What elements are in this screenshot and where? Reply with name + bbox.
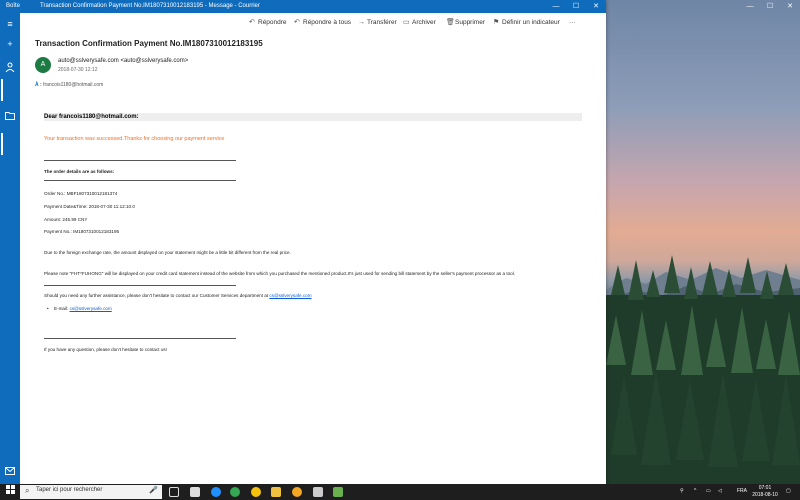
- title-bar: Boîte Transaction Confirmation Payment N…: [0, 0, 606, 13]
- statement-note: Please note "FHT*FUHONG" will be display…: [44, 271, 516, 276]
- app-icon[interactable]: [251, 487, 261, 497]
- message-subject: Transaction Confirmation Payment No.IM18…: [35, 39, 263, 48]
- exchange-note: Due to the foreign exchange rate, the am…: [44, 250, 291, 255]
- flag-button[interactable]: ⚑ Définir un indicateur: [493, 17, 560, 29]
- calculator-icon[interactable]: [190, 487, 200, 497]
- network-icon[interactable]: ▭: [706, 488, 711, 494]
- sender-avatar: A: [35, 57, 51, 73]
- forest-trees: [606, 255, 800, 484]
- reply-all-icon: ↶: [294, 19, 300, 26]
- mail-window: Boîte Transaction Confirmation Payment N…: [0, 0, 606, 484]
- chrome-icon[interactable]: [230, 487, 240, 497]
- people-icon[interactable]: ⚲: [680, 488, 684, 494]
- forward-icon: →: [358, 19, 365, 26]
- menu-icon[interactable]: ≡: [4, 18, 16, 30]
- divider: [44, 285, 236, 286]
- reading-pane: ↶ Répondre ↶ Répondre à tous → Transférer ▭…: [20, 13, 606, 484]
- photos-icon[interactable]: [333, 487, 343, 497]
- assistance-line: Should you need any further assistance, …: [44, 293, 312, 298]
- nav-rail: ≡ +: [0, 13, 20, 484]
- recipient-prefix: À :: [35, 82, 42, 88]
- reply-button[interactable]: ↶ Répondre: [249, 17, 287, 29]
- maximize-button[interactable]: ☐: [566, 0, 586, 13]
- app-name: Boîte: [6, 3, 21, 9]
- greeting: Dear francois1180@hotmail.com:: [44, 113, 582, 121]
- notifications-icon[interactable]: ▢: [786, 488, 791, 494]
- closing-line: If you have any question, please don't h…: [44, 347, 167, 352]
- edge-icon[interactable]: [211, 487, 221, 497]
- trash-icon: 🗑: [446, 19, 455, 26]
- rail-indicator: [1, 79, 3, 101]
- task-view-icon[interactable]: [169, 487, 179, 497]
- success-message: Your transaction was successed.Thanks fo…: [44, 136, 225, 142]
- language-indicator[interactable]: FRA: [737, 488, 747, 494]
- payment-number: Payment No.: IM1807310012183195: [44, 229, 120, 234]
- clock-time: 07:01: [758, 485, 772, 491]
- desktop-minimize-button[interactable]: —: [740, 0, 760, 13]
- reply-icon: ↶: [249, 19, 255, 26]
- divider: [44, 180, 236, 181]
- system-clock[interactable]: 07:01 2018-08-10: [752, 485, 778, 499]
- rail-indicator-folder: [1, 133, 3, 155]
- mail-icon[interactable]: [4, 466, 16, 478]
- new-mail-icon[interactable]: +: [4, 38, 16, 50]
- sender-address[interactable]: auto@sslverysafe.com <auto@sslverysafe.c…: [58, 58, 188, 64]
- order-heading: The order details are as follows:: [44, 169, 115, 174]
- divider: [44, 160, 236, 161]
- close-button[interactable]: ✕: [586, 0, 606, 13]
- volume-icon[interactable]: ◁: [718, 488, 722, 494]
- recipient-address[interactable]: francois1180@hotmail.com: [43, 82, 103, 88]
- clock-date: 2018-08-10: [752, 492, 778, 498]
- account-icon[interactable]: [4, 62, 16, 74]
- folder-icon[interactable]: [4, 111, 16, 123]
- reply-all-button[interactable]: ↶ Répondre à tous: [294, 17, 351, 29]
- assistance-email-link[interactable]: cs@sslverysafe.com: [269, 293, 311, 298]
- desktop-maximize-button[interactable]: ☐: [760, 0, 780, 13]
- message-date: 2018-07-30 12:12: [58, 67, 98, 73]
- payment-amount: Amount: 245.99 CNY: [44, 217, 88, 222]
- payment-datetime: Payment Date&Time: 2018-07-30 11:12:10.0: [44, 204, 135, 209]
- bullet-icon: •: [47, 306, 49, 311]
- search-icon: ⌕: [25, 486, 30, 495]
- emoji-app-icon[interactable]: [292, 487, 302, 497]
- more-actions-button[interactable]: ···: [569, 17, 576, 29]
- forward-button[interactable]: → Transférer: [358, 17, 397, 29]
- search-placeholder: Taper ici pour rechercher: [36, 487, 103, 493]
- email-contact-line: E-mail: cs@sslverysafe.com: [54, 306, 112, 311]
- tray-chevron-icon[interactable]: ^: [694, 488, 696, 494]
- desktop-close-button[interactable]: ✕: [780, 0, 800, 13]
- window-title: Transaction Confirmation Payment No.IM18…: [40, 3, 260, 9]
- microphone-icon[interactable]: 🎤: [149, 486, 158, 494]
- message-toolbar: ↶ Répondre ↶ Répondre à tous → Transférer ▭…: [20, 13, 606, 33]
- divider: [44, 338, 236, 339]
- taskbar: ⌕ Taper ici pour rechercher 🎤 ⚲ ^ ▭ ◁ FR…: [0, 484, 800, 500]
- archive-icon: ▭: [403, 19, 410, 26]
- store-icon[interactable]: [313, 487, 323, 497]
- archive-button[interactable]: ▭ Archiver: [403, 17, 436, 29]
- windows-start-icon[interactable]: [3, 485, 17, 499]
- contact-email-link[interactable]: cs@sslverysafe.com: [70, 306, 112, 311]
- delete-button[interactable]: 🗑Supprimer: [446, 17, 485, 29]
- file-explorer-icon[interactable]: [271, 487, 281, 497]
- flag-icon: ⚑: [493, 19, 500, 26]
- recipient-line: À : francois1180@hotmail.com: [35, 82, 103, 88]
- order-number: Order No.: MBF1807310012181374: [44, 191, 118, 196]
- minimize-button[interactable]: —: [546, 0, 566, 13]
- taskbar-search-box[interactable]: ⌕ Taper ici pour rechercher 🎤: [20, 485, 162, 499]
